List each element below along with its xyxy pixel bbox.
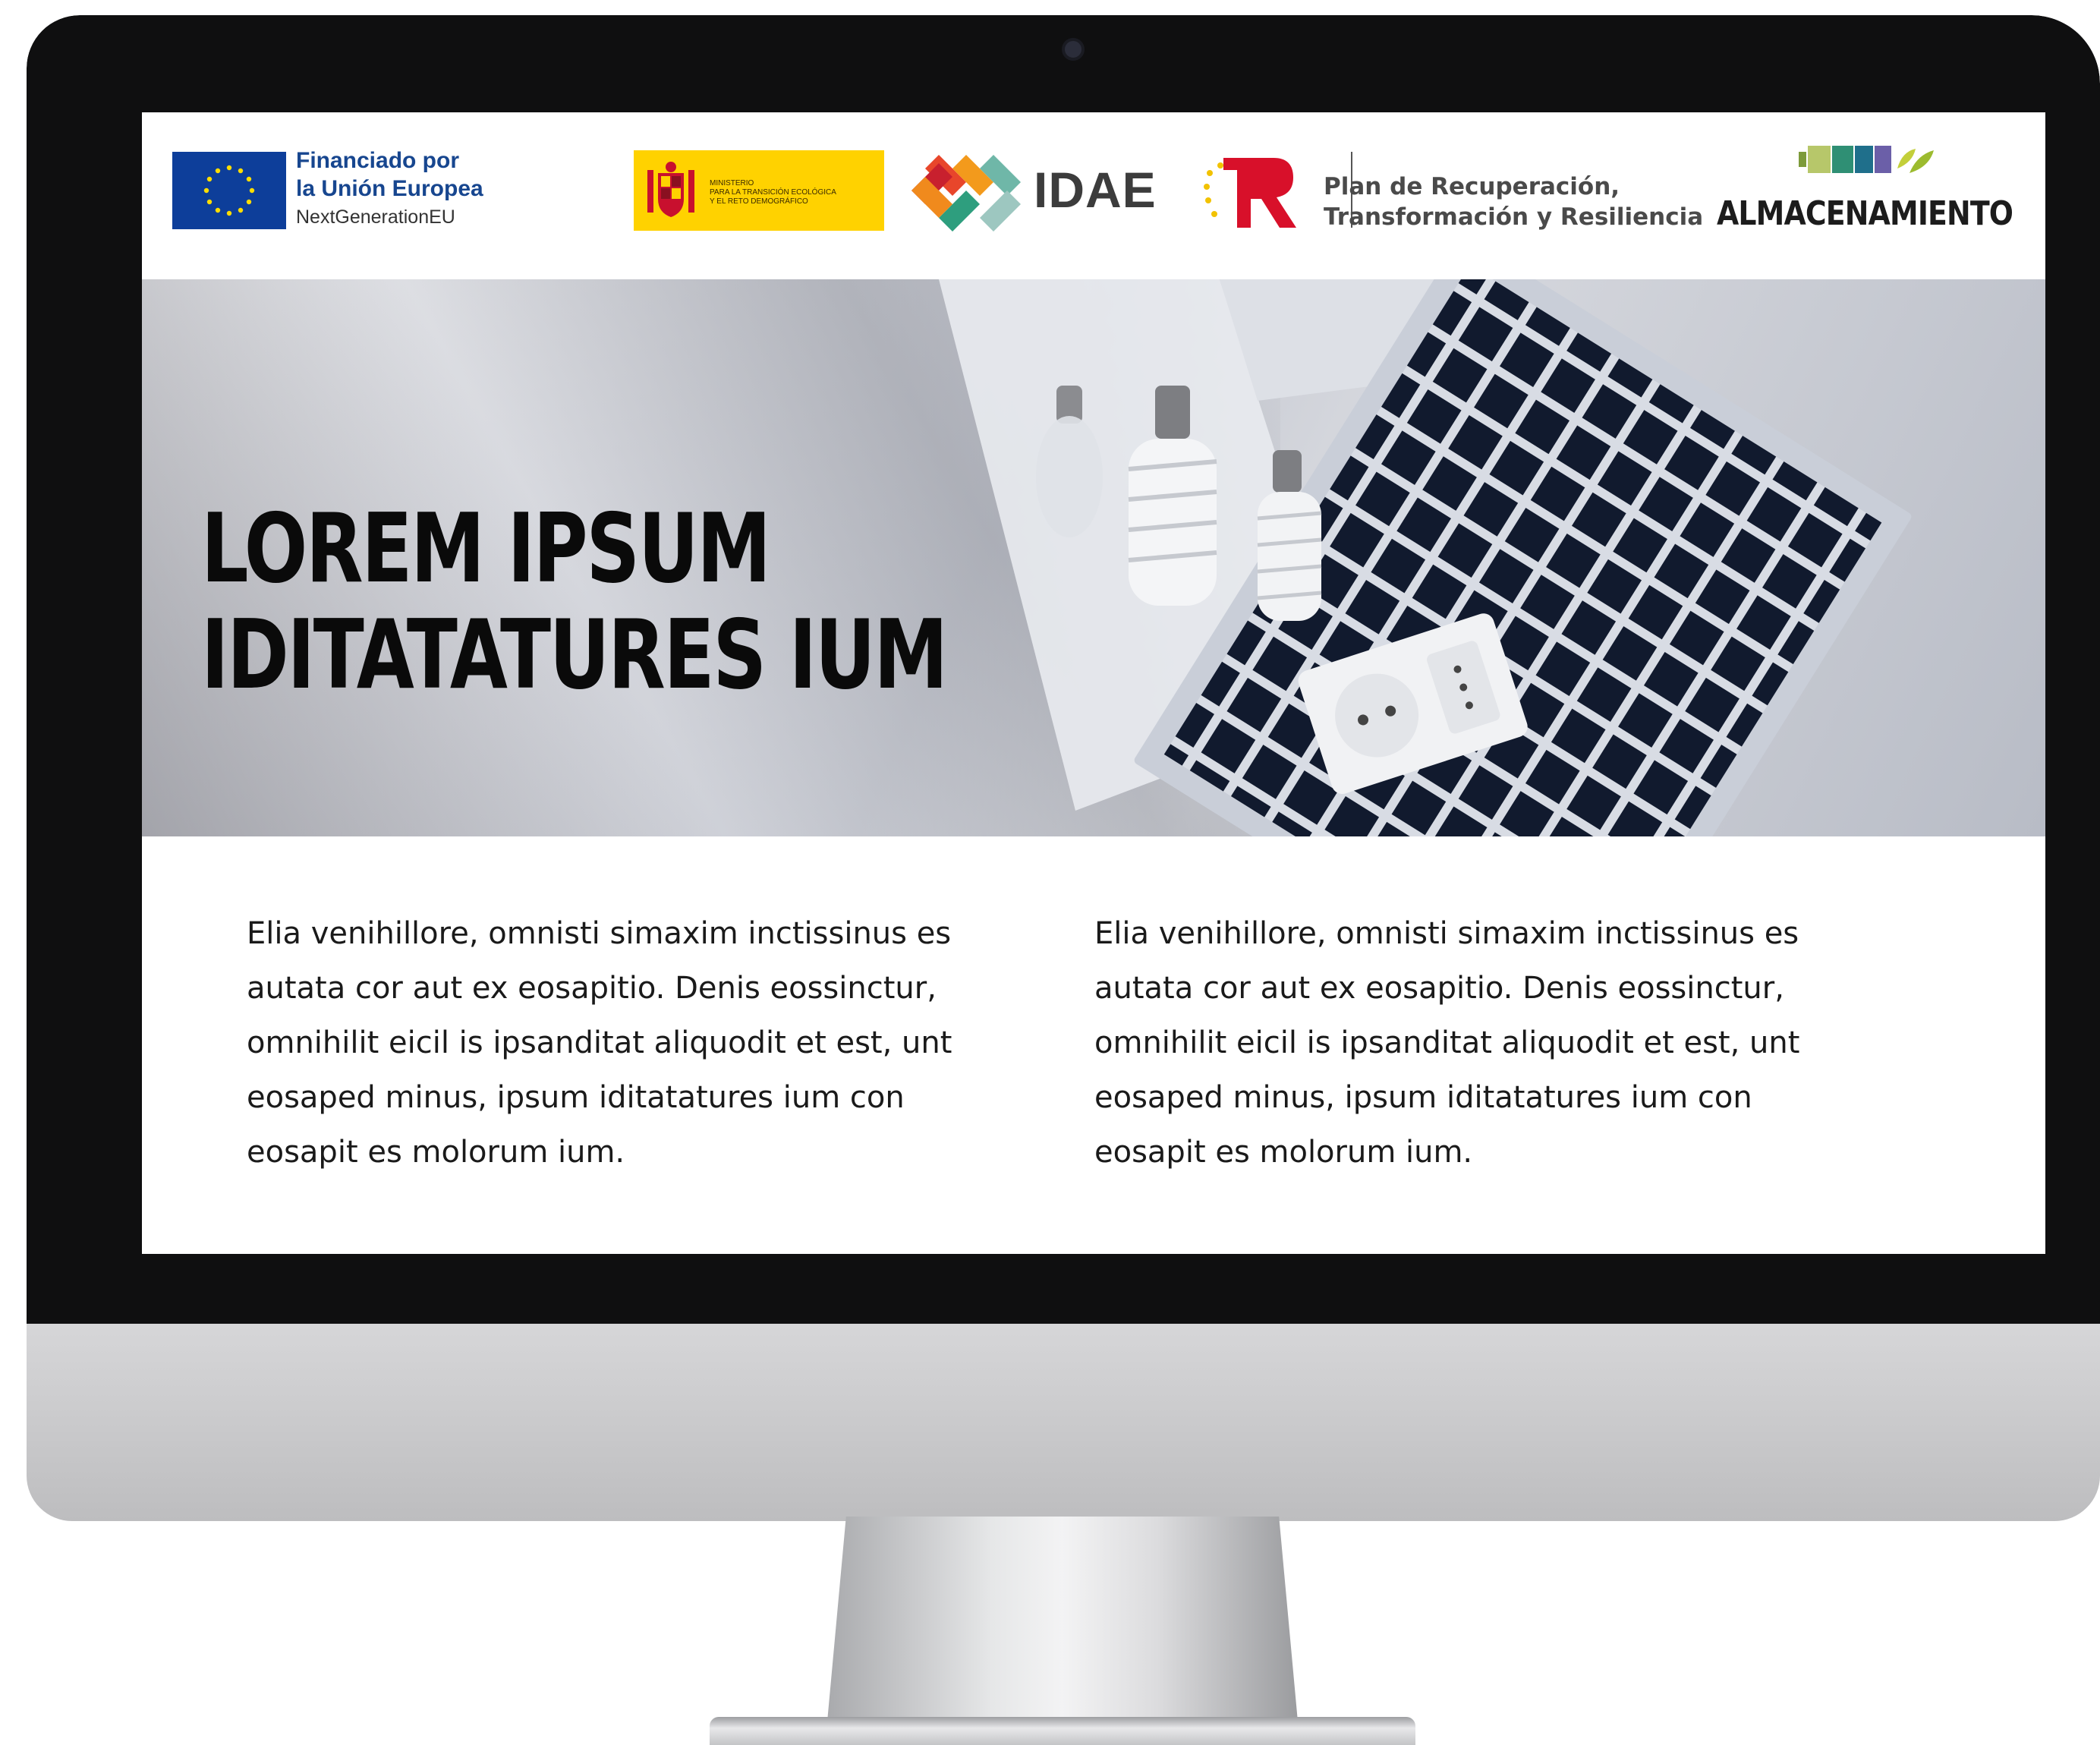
ministerio-line-2: PARA LA TRANSICIÓN ECOLÓGICA bbox=[710, 188, 836, 197]
hero-title: LOREM IPSUM IDITATATURES IUM bbox=[201, 493, 948, 710]
webcam bbox=[1062, 38, 1085, 61]
monitor-chin bbox=[27, 1324, 2100, 1521]
idae-logo-text: IDAE bbox=[1034, 162, 1157, 218]
eu-funding-label: Financiado por la Unión Europea NextGene… bbox=[296, 146, 483, 232]
hero-title-line-2: IDITATATURES IUM bbox=[201, 599, 948, 710]
screen: Financiado por la Unión Europea NextGene… bbox=[142, 112, 2045, 1254]
prtr-line-2: Transformación y Resiliencia bbox=[1324, 203, 1704, 231]
spain-coat-of-arms-icon bbox=[647, 162, 694, 217]
eu-line-1: Financiado por bbox=[296, 148, 460, 173]
paragraph-left: Elia venihillore, omnisti simaxim inctis… bbox=[247, 916, 952, 1170]
prtr-logo-mark-icon bbox=[1204, 158, 1296, 228]
hero-banner: LOREM IPSUM IDITATATURES IUM bbox=[142, 279, 2045, 836]
ministerio-logo: MINISTERIO PARA LA TRANSICIÓN ECOLÓGICA … bbox=[634, 150, 884, 231]
almacenamiento-logo-text: ALMACENAMIENTO bbox=[1717, 194, 2013, 233]
eu-line-3: NextGenerationEU bbox=[296, 206, 455, 228]
ministerio-line-3: Y EL RETO DEMOGRÁFICO bbox=[710, 197, 808, 206]
eu-stars-icon bbox=[203, 165, 255, 216]
logo-bar: Financiado por la Unión Europea NextGene… bbox=[142, 112, 2045, 279]
idae-logo-mark-icon bbox=[911, 155, 1021, 232]
monitor-base bbox=[710, 1717, 1415, 1745]
hero-title-line-1: LOREM IPSUM bbox=[201, 493, 771, 604]
ministerio-text: MINISTERIO PARA LA TRANSICIÓN ECOLÓGICA … bbox=[710, 179, 836, 206]
paragraph-right: Elia venihillore, omnisti simaxim inctis… bbox=[1094, 916, 1800, 1170]
content-section: Elia venihillore, omnisti simaxim inctis… bbox=[142, 836, 2045, 1254]
monitor: Financiado por la Unión Europea NextGene… bbox=[27, 15, 2100, 1521]
eu-line-2: la Unión Europea bbox=[296, 176, 483, 201]
ministerio-line-1: MINISTERIO bbox=[710, 179, 754, 187]
eu-flag-icon bbox=[172, 152, 286, 229]
monitor-stand bbox=[827, 1517, 1298, 1721]
prtr-line-1: Plan de Recuperación, bbox=[1324, 173, 1620, 200]
almacenamiento-battery-icon bbox=[1799, 146, 1934, 173]
prtr-label: Plan de Recuperación, Transformación y R… bbox=[1324, 172, 1703, 232]
